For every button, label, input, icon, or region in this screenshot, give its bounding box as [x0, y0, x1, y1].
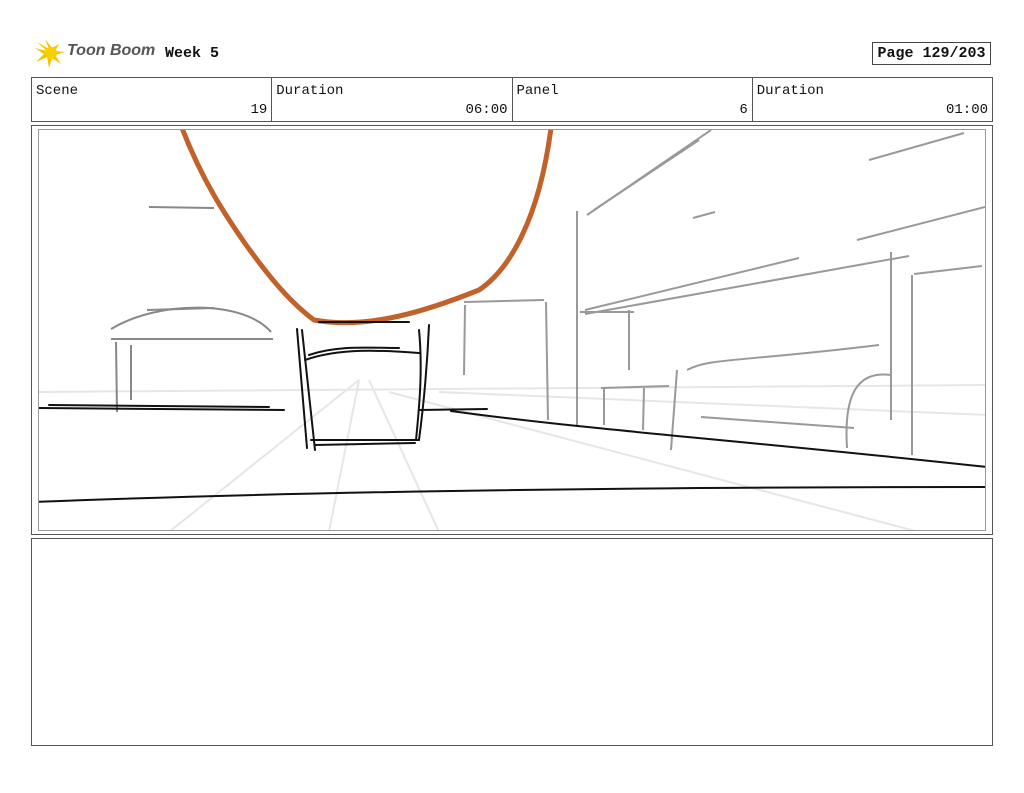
- panel-cell: Panel 6: [513, 78, 753, 121]
- notes-panel: [31, 538, 993, 746]
- perspective-guides: [39, 379, 985, 530]
- orange-curve-stroke: [180, 130, 554, 326]
- scene-duration-label: Duration: [276, 83, 344, 99]
- scene-duration-cell: Duration 06:00: [272, 78, 513, 121]
- panel-label: Panel: [516, 83, 559, 99]
- toon-boom-logo: Toon Boom: [33, 38, 158, 70]
- panel-value: 6: [739, 102, 748, 118]
- brand-name: Toon Boom: [67, 42, 156, 59]
- scene-duration-value: 06:00: [465, 102, 508, 118]
- scene-cell: Scene 19: [32, 78, 273, 121]
- toon-boom-logo-icon: [35, 39, 65, 68]
- info-row: Scene 19 Duration 06:00 Panel 6 Duration…: [31, 77, 993, 122]
- panel-sketch: [39, 130, 985, 530]
- panel-duration-label: Duration: [756, 83, 824, 99]
- panel-duration-value: 01:00: [945, 102, 988, 118]
- page-counter: Page 129/203: [872, 42, 991, 65]
- project-title: Week 5: [165, 45, 220, 62]
- storyboard-panel: [38, 129, 986, 531]
- left-building-sketch: [110, 206, 273, 413]
- scene-value: 19: [250, 102, 268, 118]
- scene-label: Scene: [36, 83, 79, 99]
- panel-duration-cell: Duration 01:00: [753, 78, 992, 121]
